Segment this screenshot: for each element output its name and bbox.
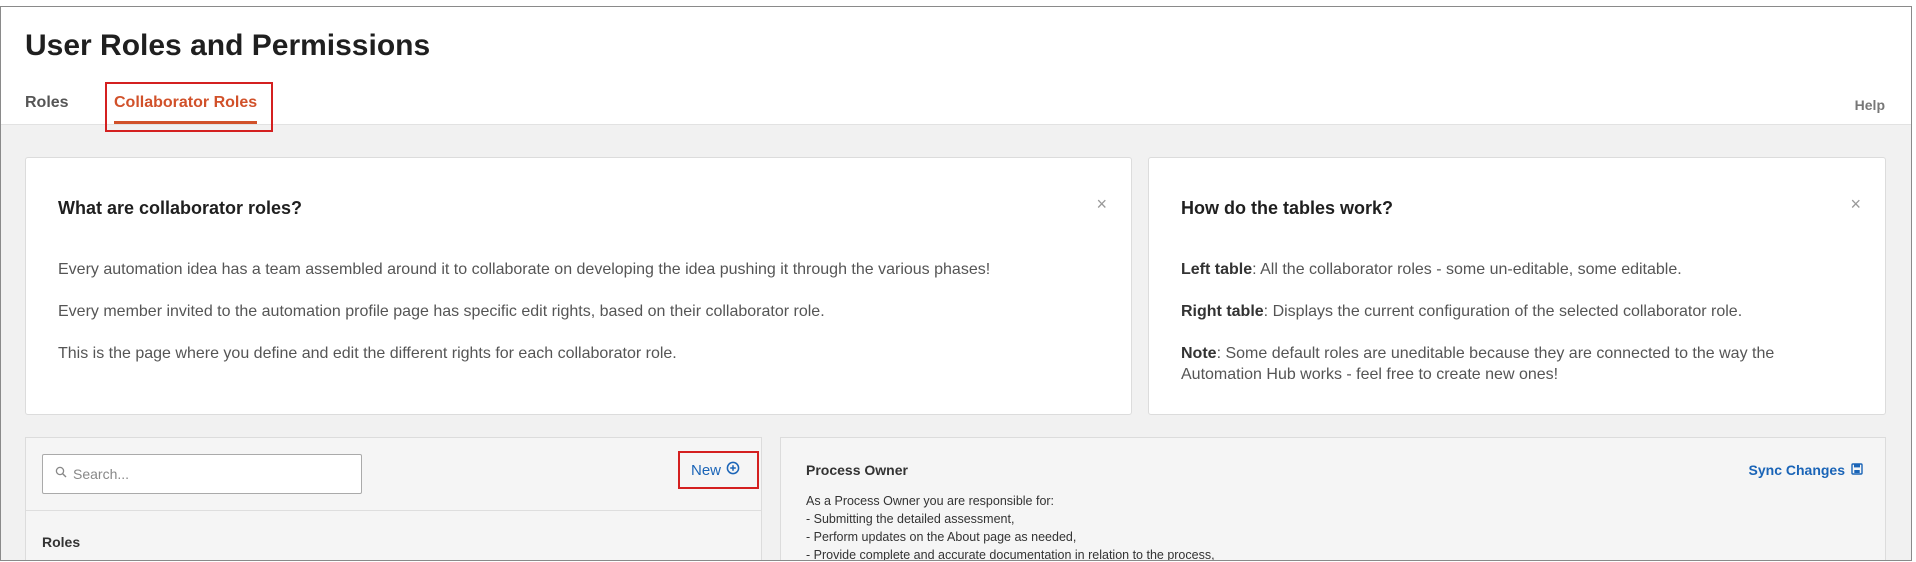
search-input[interactable]: [71, 465, 335, 483]
role-name: Process Owner: [806, 462, 908, 478]
page-header: User Roles and Permissions Roles Collabo…: [1, 7, 1911, 132]
info-item-text: : Some default roles are uneditable beca…: [1181, 345, 1775, 383]
info-item: Note: Some default roles are uneditable …: [1181, 343, 1841, 385]
roles-table-panel: New Roles: [25, 437, 762, 560]
info-paragraph: Every member invited to the automation p…: [58, 303, 825, 320]
highlight-box-new: [678, 451, 759, 489]
description-line: As a Process Owner you are responsible f…: [806, 494, 1055, 508]
tab-roles[interactable]: Roles: [25, 94, 69, 112]
close-icon[interactable]: ×: [1850, 194, 1861, 215]
roles-column-header: Roles: [42, 534, 81, 550]
info-item-term: Right table: [1181, 303, 1264, 320]
close-icon[interactable]: ×: [1096, 194, 1107, 215]
highlight-box-tab: [105, 82, 273, 132]
info-item-term: Left table: [1181, 261, 1253, 278]
save-icon: [1851, 462, 1863, 478]
info-item-term: Note: [1181, 345, 1217, 362]
description-line: - Submitting the detailed assessment,: [806, 512, 1015, 526]
info-item: Left table: All the collaborator roles -…: [1181, 259, 1841, 280]
search-box[interactable]: [42, 454, 362, 494]
role-detail-panel: Process Owner Sync Changes As a Process …: [780, 437, 1886, 561]
divider: [26, 510, 761, 511]
info-paragraph: This is the page where you define and ed…: [58, 345, 677, 362]
description-line: - Provide complete and accurate document…: [806, 548, 1215, 561]
info-card-collaborator-roles: What are collaborator roles? × Every aut…: [25, 157, 1132, 415]
info-card-tables: How do the tables work? × Left table: Al…: [1148, 157, 1886, 415]
info-item-text: : All the collaborator roles - some un-e…: [1252, 261, 1682, 278]
sync-changes-label: Sync Changes: [1748, 462, 1845, 478]
page-title: User Roles and Permissions: [25, 29, 431, 62]
help-link[interactable]: Help: [1855, 97, 1885, 113]
info-item: Right table: Displays the current config…: [1181, 301, 1841, 322]
role-description: As a Process Owner you are responsible f…: [806, 492, 1215, 561]
info-card-title: What are collaborator roles?: [58, 198, 303, 218]
info-paragraph: Every automation idea has a team assembl…: [58, 261, 991, 278]
info-item-text: : Displays the current configuration of …: [1263, 303, 1743, 320]
description-line: - Perform updates on the About page as n…: [806, 530, 1077, 544]
sync-changes-button[interactable]: Sync Changes: [1749, 462, 1863, 478]
info-card-title: How do the tables work?: [1181, 198, 1394, 218]
app-frame: User Roles and Permissions Roles Collabo…: [0, 6, 1912, 561]
search-icon: [55, 465, 71, 483]
